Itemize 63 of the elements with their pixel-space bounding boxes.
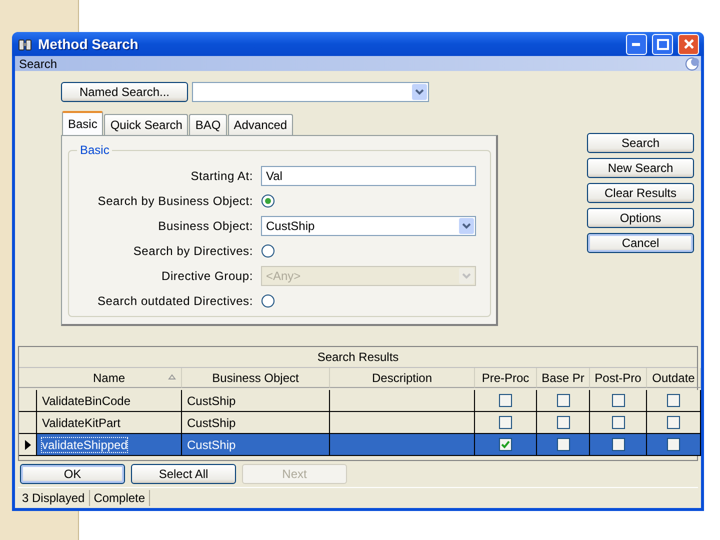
checkbox[interactable] — [667, 416, 680, 429]
column-header[interactable]: Description — [330, 368, 475, 388]
tab[interactable]: BAQ — [189, 114, 227, 135]
table-cell: ValidateKitPart — [37, 412, 182, 434]
table-cell: CustShip — [182, 434, 330, 456]
action-button[interactable]: Clear Results — [587, 183, 694, 203]
maximize-icon — [656, 38, 668, 50]
named-search-dropdown[interactable] — [192, 82, 429, 102]
results-title: Search Results — [19, 347, 697, 368]
checkbox[interactable] — [612, 438, 624, 451]
tab[interactable]: Quick Search — [104, 114, 188, 135]
field-label: Search by Business Object: — [96, 194, 253, 208]
column-header[interactable]: Base Pr — [537, 368, 590, 388]
column-header[interactable]: Outdate — [647, 368, 701, 388]
field-label: Directive Group: — [160, 268, 253, 282]
action-button[interactable]: New Search — [587, 158, 694, 178]
tab[interactable]: Advanced — [228, 114, 294, 135]
radio-button[interactable] — [261, 244, 275, 258]
column-header[interactable]: Business Object — [182, 368, 330, 388]
text-field[interactable]: Val — [261, 166, 476, 186]
action-button[interactable]: Search — [587, 133, 694, 153]
checkbox[interactable] — [499, 394, 512, 407]
close-icon — [682, 38, 694, 50]
moon-icon — [685, 56, 699, 71]
tab[interactable]: Basic — [62, 111, 104, 135]
field-label: Search outdated Directives: — [96, 294, 253, 308]
group-title: Basic — [77, 143, 112, 157]
maximize-button[interactable] — [652, 34, 673, 55]
field-label: Business Object: — [157, 218, 253, 232]
table-cell: CustShip — [182, 390, 330, 412]
close-button[interactable] — [678, 34, 699, 55]
table-cell: CustShip — [182, 412, 330, 434]
checkbox[interactable] — [612, 416, 624, 429]
checkbox[interactable] — [556, 416, 570, 429]
field-label: Search by Directives: — [132, 244, 253, 258]
checkbox[interactable] — [556, 394, 570, 407]
window-title: Method Search — [38, 36, 138, 52]
radio-button[interactable] — [261, 294, 275, 308]
column-header[interactable]: Name — [37, 368, 182, 388]
status-text: 3 Displayed — [18, 490, 90, 506]
section-title: Search — [19, 56, 58, 71]
checkbox[interactable] — [499, 438, 512, 451]
field-label: Starting At: — [190, 168, 253, 182]
named-search-button[interactable]: Named Search... — [61, 82, 188, 102]
action-button[interactable]: OK — [20, 464, 125, 484]
minimize-button[interactable] — [626, 34, 647, 55]
checkbox[interactable] — [499, 416, 512, 429]
checkbox[interactable] — [667, 438, 680, 451]
column-header[interactable]: Post-Pro — [590, 368, 647, 388]
table-cell: ValidateBinCode — [37, 390, 182, 412]
current-row-icon — [24, 440, 30, 450]
checkbox[interactable] — [612, 394, 624, 407]
status-text: Complete — [90, 490, 150, 506]
dropdown-field[interactable]: CustShip — [261, 216, 476, 236]
action-button[interactable]: Cancel — [587, 233, 694, 253]
action-button[interactable]: Options — [587, 208, 694, 228]
minimize-icon — [632, 42, 641, 46]
checkbox[interactable] — [667, 394, 680, 407]
checkbox[interactable] — [556, 438, 570, 451]
radio-button[interactable] — [261, 194, 275, 208]
table-cell: validateShipped — [37, 434, 182, 456]
column-header[interactable]: Pre-Proc — [475, 368, 537, 388]
action-button[interactable]: Select All — [131, 464, 236, 484]
